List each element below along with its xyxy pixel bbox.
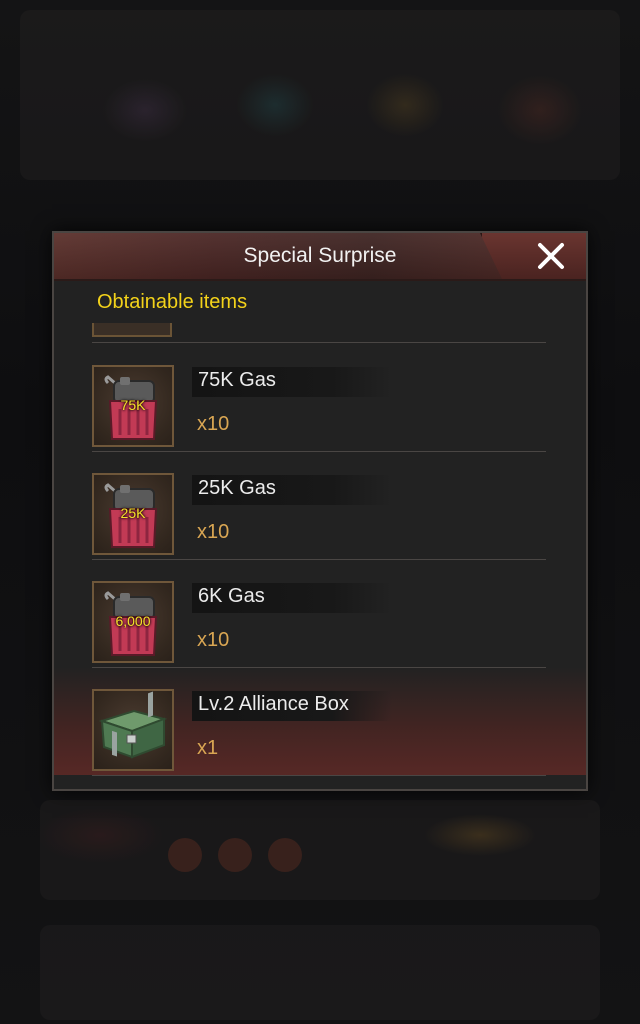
background-dot bbox=[168, 838, 202, 872]
close-icon[interactable] bbox=[536, 241, 566, 271]
item-icon-slot bbox=[92, 689, 174, 771]
obtainable-items-heading: Obtainable items bbox=[97, 291, 248, 313]
item-name: Lv.2 Alliance Box bbox=[198, 693, 349, 715]
item-quantity: x10 bbox=[197, 413, 230, 435]
item-quantity: x10 bbox=[197, 629, 230, 651]
item-icon-slot: 25K bbox=[92, 473, 174, 555]
list-item: 6,000 6K Gas x10 bbox=[54, 559, 586, 667]
row-divider bbox=[92, 775, 546, 776]
list-item: 75K 75K Gas x10 bbox=[54, 343, 586, 451]
item-name: 75K Gas bbox=[198, 369, 276, 391]
item-icon-slot: 75K bbox=[92, 365, 174, 447]
list-item: Lv.2 Alliance Box x1 bbox=[54, 667, 586, 775]
list-item: 25K 25K Gas x10 bbox=[54, 451, 586, 559]
item-amount-badge: 75K bbox=[120, 397, 146, 413]
background-panel bbox=[20, 10, 620, 180]
item-quantity: x10 bbox=[197, 521, 230, 543]
partial-item-slot bbox=[92, 323, 172, 337]
special-surprise-dialog: Special Surprise Obtainable items 75K 75… bbox=[52, 231, 588, 791]
background-panel bbox=[40, 925, 600, 1020]
alliance-box-icon bbox=[98, 691, 168, 759]
background-dot bbox=[268, 838, 302, 872]
background-panel bbox=[40, 800, 600, 900]
item-icon-slot: 6,000 bbox=[92, 581, 174, 663]
background-dot bbox=[218, 838, 252, 872]
item-quantity: x1 bbox=[197, 737, 219, 759]
item-name: 25K Gas bbox=[198, 477, 276, 499]
item-amount-badge: 6,000 bbox=[115, 613, 151, 629]
dialog-header: Special Surprise bbox=[54, 233, 586, 281]
item-name: 6K Gas bbox=[198, 585, 265, 607]
item-amount-badge: 25K bbox=[120, 505, 146, 521]
items-list[interactable]: 75K 75K Gas x10 25K 25K Gas x10 6,000 6K… bbox=[54, 323, 586, 789]
